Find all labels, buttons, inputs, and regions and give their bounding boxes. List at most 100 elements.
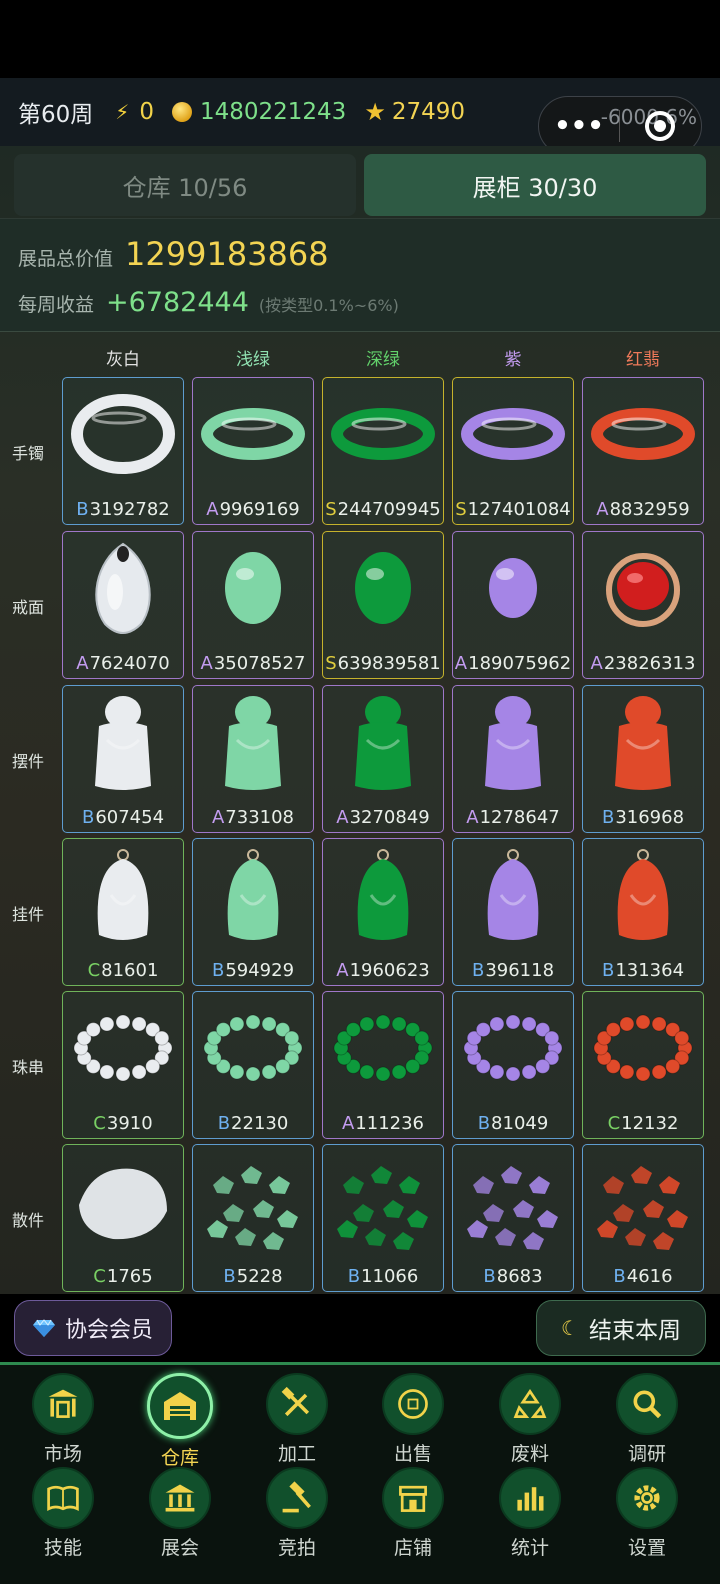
nav-item[interactable]: 设置	[592, 1467, 702, 1560]
diamond-icon	[32, 1319, 55, 1337]
showcase-slot[interactable]: B316968	[582, 685, 704, 833]
nav-item[interactable]: 加工	[242, 1373, 352, 1466]
warehouse-icon	[147, 1373, 213, 1439]
item-image	[63, 686, 183, 802]
nav-item[interactable]: 市场	[8, 1373, 118, 1466]
showcase-slot[interactable]: C1765	[62, 1144, 184, 1292]
showcase-slot[interactable]: A7624070	[62, 531, 184, 679]
nav-item[interactable]: 技能	[8, 1467, 118, 1560]
grade-badge: B	[613, 1266, 626, 1287]
showcase-slot[interactable]: A3270849	[322, 685, 444, 833]
member-button[interactable]: 协会会员	[14, 1300, 172, 1356]
cabochon-image	[489, 558, 537, 618]
grade-badge: B	[601, 960, 615, 981]
item-price: C81601	[63, 960, 183, 981]
grade-badge: A	[211, 807, 225, 828]
shop-icon	[382, 1467, 444, 1529]
item-image	[193, 378, 313, 494]
bar-chart-icon	[499, 1467, 561, 1529]
price-value: 316968	[615, 807, 685, 828]
showcase-slot[interactable]: A23826313	[582, 531, 704, 679]
column-header: 浅绿	[236, 350, 270, 370]
grade-badge: C	[93, 1113, 106, 1134]
price-value: 23826313	[603, 653, 696, 674]
nav-item[interactable]: 竞拍	[242, 1467, 352, 1560]
showcase-slot[interactable]: B131364	[582, 838, 704, 986]
showcase-slot[interactable]: B81049	[452, 991, 574, 1139]
rough-stones-image	[337, 1166, 428, 1250]
showcase-slot[interactable]: B396118	[452, 838, 574, 986]
nav-item[interactable]: 出售	[358, 1373, 468, 1466]
end-week-button[interactable]: ☾ 结束本周	[536, 1300, 706, 1356]
nav-item[interactable]: 展会	[125, 1467, 235, 1560]
item-image	[63, 378, 183, 494]
item-image	[323, 992, 443, 1108]
item-image	[583, 532, 703, 648]
price-value: 594929	[225, 960, 295, 981]
showcase-slot[interactable]: A1278647	[452, 685, 574, 833]
showcase-slot[interactable]: S127401084	[452, 377, 574, 525]
showcase-slot[interactable]: C81601	[62, 838, 184, 986]
showcase-slot[interactable]: B607454	[62, 685, 184, 833]
item-price: A111236	[323, 1113, 443, 1134]
showcase-slot[interactable]: B5228	[192, 1144, 314, 1292]
item-image	[323, 532, 443, 648]
grade-badge: A	[200, 653, 213, 674]
grade-badge: B	[347, 1266, 361, 1287]
showcase-slot[interactable]: A733108	[192, 685, 314, 833]
price-value: 3192782	[89, 499, 170, 520]
item-price: S244709945	[323, 499, 443, 520]
nav-label: 市场	[43, 1443, 82, 1465]
tab-showcase[interactable]: 展柜 30/30	[364, 154, 706, 216]
teardrop-pendant-image	[95, 542, 151, 634]
nav-label: 展会	[160, 1537, 199, 1559]
showcase-slot[interactable]: A189075962	[452, 531, 574, 679]
more-icon[interactable]: •••	[539, 111, 619, 141]
item-image	[193, 532, 313, 648]
price-value: 22130	[231, 1113, 289, 1134]
nav-item[interactable]: 仓库	[125, 1373, 235, 1470]
grade-badge: A	[596, 499, 609, 520]
price-value: 639839581	[337, 653, 441, 674]
lightning-icon: ⚡	[115, 100, 130, 124]
price-value: 5228	[236, 1266, 283, 1287]
nav-item[interactable]: 统计	[475, 1467, 585, 1560]
nav-item[interactable]: 调研	[592, 1373, 702, 1466]
nav-item[interactable]: 店铺	[358, 1467, 468, 1560]
item-image	[63, 992, 183, 1108]
nav-item[interactable]: 废料	[475, 1373, 585, 1466]
member-button-label: 协会会员	[64, 1318, 153, 1343]
showcase-slot[interactable]: A1960623	[322, 838, 444, 986]
close-target-icon[interactable]	[620, 111, 700, 141]
star-stat: ★ 27490	[364, 98, 465, 126]
gavel-icon	[266, 1467, 328, 1529]
tab-warehouse[interactable]: 仓库 10/56	[14, 154, 356, 216]
showcase-slot[interactable]: B8683	[452, 1144, 574, 1292]
showcase-slot[interactable]: A111236	[322, 991, 444, 1139]
carving-image	[95, 696, 151, 790]
rough-stones-image	[79, 1168, 167, 1240]
showcase-slot[interactable]: C3910	[62, 991, 184, 1139]
showcase-slot[interactable]: A35078527	[192, 531, 314, 679]
item-image	[453, 1145, 573, 1261]
row-label: 摆件	[12, 752, 45, 771]
price-value: 7624070	[89, 653, 170, 674]
showcase-slot[interactable]: S244709945	[322, 377, 444, 525]
energy-stat: ⚡ 0	[115, 99, 154, 125]
showcase-slot[interactable]: A8832959	[582, 377, 704, 525]
showcase-slot[interactable]: B4616	[582, 1144, 704, 1292]
showcase-slot[interactable]: B3192782	[62, 377, 184, 525]
bangle-image	[461, 408, 565, 460]
grade-badge: B	[483, 1266, 496, 1287]
item-price: B8683	[453, 1266, 573, 1287]
showcase-slot[interactable]: B11066	[322, 1144, 444, 1292]
showcase-slot[interactable]: C12132	[582, 991, 704, 1139]
showcase-slot[interactable]: A9969169	[192, 377, 314, 525]
rough-stones-image	[207, 1166, 298, 1250]
showcase-slot[interactable]: B22130	[192, 991, 314, 1139]
item-price: A1960623	[323, 960, 443, 981]
item-image	[193, 839, 313, 955]
row-label: 戒面	[12, 598, 45, 617]
showcase-slot[interactable]: S639839581	[322, 531, 444, 679]
showcase-slot[interactable]: B594929	[192, 838, 314, 986]
